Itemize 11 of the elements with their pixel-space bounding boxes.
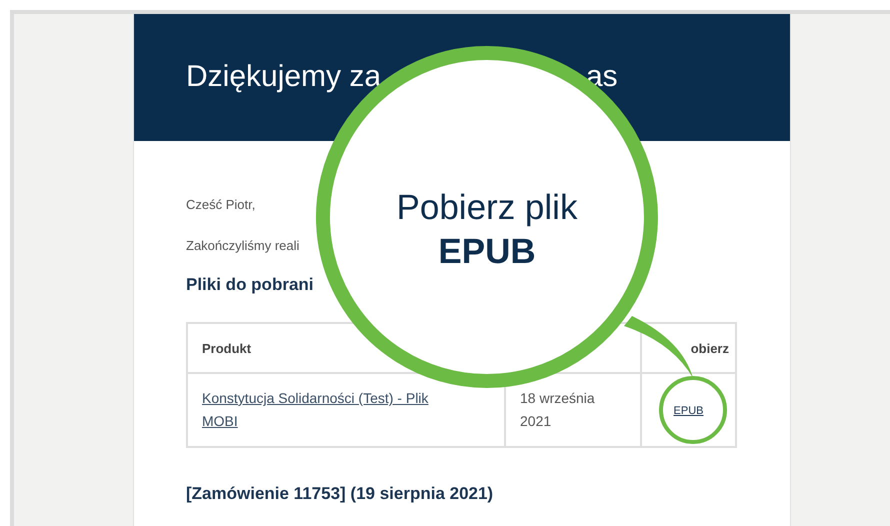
callout-text: EPUB [438, 231, 536, 273]
highlight-circle [659, 376, 727, 444]
callout-pointer [624, 316, 693, 378]
download-link[interactable]: EPUB [674, 404, 704, 416]
callout-text: Pobierz plik [396, 187, 578, 229]
greeting-text: Cześć Piotr, [186, 197, 256, 212]
downloads-heading: Pliki do pobrani [186, 275, 315, 295]
intro-text: Zakończyliśmy reali [186, 238, 300, 253]
order-heading: [Zamówienie 11753] (19 sierpnia 2021) [186, 484, 494, 504]
product-link[interactable]: Konstytucja Solidarności (Test) - Plik MOBI [202, 387, 462, 433]
email-title: Dziękujemy za [186, 60, 382, 94]
